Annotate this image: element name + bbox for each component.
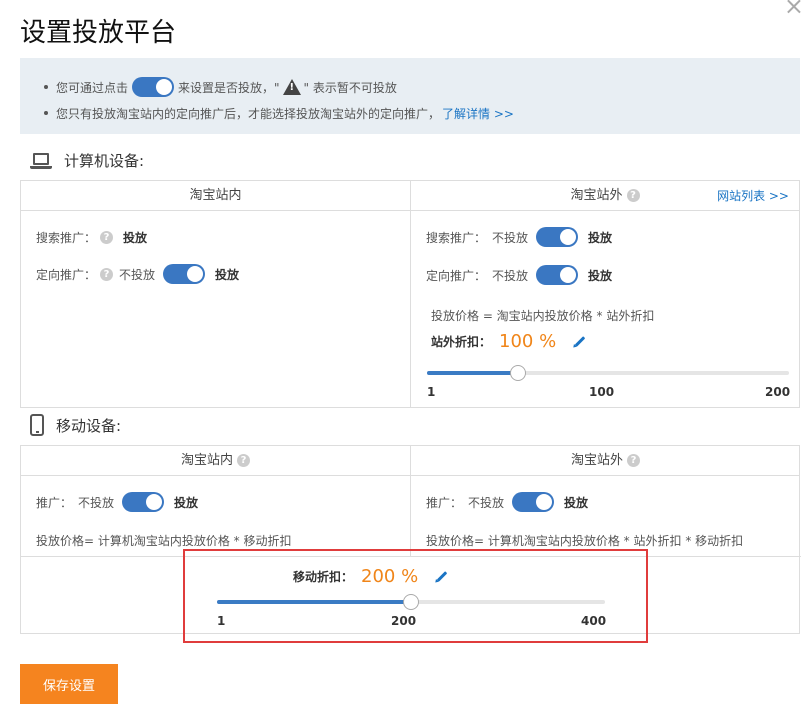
pc-outside-header-label: 淘宝站外 [570, 188, 623, 203]
on-label: 投放 [588, 230, 613, 245]
off-label: 不投放 [119, 267, 156, 282]
pc-outside-header: 淘宝站外? 网站列表 >> [411, 181, 799, 211]
slider-knob[interactable] [509, 365, 526, 381]
search-promo-label: 搜索推广： [426, 230, 487, 245]
help-icon[interactable]: ? [100, 231, 114, 244]
promo-label: 推广： [426, 495, 463, 510]
notice-text-1c: " 表示暂不可投放 [303, 80, 397, 95]
pc-outside-search-row: 搜索推广： 不投放 投放 [426, 227, 612, 247]
dialog-title: 设置投放平台 [20, 18, 177, 48]
mobile-heading-label: 移动设备: [56, 416, 122, 435]
off-label: 不投放 [78, 495, 115, 510]
mobile-inside-header: 淘宝站内? [21, 446, 410, 476]
notice-text-1a: 您可通过点击 [56, 80, 129, 95]
pc-outside-search-toggle[interactable] [536, 227, 579, 247]
phone-icon [30, 414, 44, 436]
notice-box: 您可通过点击 来设置是否投放，" " 表示暂不可投放 您只有投放淘宝站内的定向推… [20, 58, 800, 134]
warning-icon [282, 79, 301, 95]
on-label: 投放 [588, 268, 613, 283]
pc-inside-panel: 淘宝站内 搜索推广： ? 投放 定向推广： ? 不投放 投放 [20, 180, 411, 408]
mobile-inside-promo-row: 推广： 不投放 投放 [36, 492, 198, 512]
on-label: 投放 [174, 495, 199, 510]
edit-pencil-icon[interactable] [574, 336, 586, 347]
site-list-link[interactable]: 网站列表 >> [717, 181, 789, 211]
mobile-outside-formula: 投放价格= 计算机淘宝站内投放价格 * 站外折扣 * 移动折扣 [426, 532, 743, 549]
on-label: 投放 [215, 267, 240, 282]
pc-inside-search-row: 搜索推广： ? 投放 [36, 229, 147, 246]
slider-fill [427, 371, 518, 375]
outside-discount-value: 100 % [499, 331, 557, 352]
search-promo-state: 投放 [123, 231, 148, 245]
off-label: 不投放 [492, 230, 529, 245]
on-label: 投放 [564, 495, 589, 510]
mobile-inside-formula: 投放价格= 计算机淘宝站内投放价格 * 移动折扣 [36, 532, 292, 549]
notice-text-2: 您只有投放淘宝站内的定向推广后，才能选择投放淘宝站外的定向推广， [56, 106, 441, 121]
slider-max-label: 200 [765, 385, 791, 399]
pc-outside-discount-row: 站外折扣： 100 % [431, 331, 586, 352]
search-promo-label: 搜索推广： [36, 231, 97, 245]
notice-text-1b: 来设置是否投放，" [178, 80, 280, 95]
promo-label: 推广： [36, 495, 73, 510]
highlight-box [183, 549, 648, 643]
slider-mid-label: 100 [589, 385, 615, 399]
off-label: 不投放 [468, 495, 505, 510]
target-promo-label: 定向推广： [426, 268, 487, 283]
notice-row-2: 您只有投放淘宝站内的定向推广后，才能选择投放淘宝站外的定向推广， 了解详情 >> [44, 100, 800, 126]
mobile-outside-toggle[interactable] [512, 492, 555, 512]
target-promo-label: 定向推广： [36, 267, 97, 282]
mobile-outside-header: 淘宝站外? [411, 446, 800, 476]
close-icon[interactable]: × [784, 0, 804, 18]
help-icon[interactable]: ? [626, 189, 640, 202]
bullet-icon [44, 111, 48, 115]
slider-min-label: 1 [427, 385, 436, 399]
outside-discount-label: 站外折扣： [431, 335, 492, 349]
pc-outside-target-row: 定向推广： 不投放 投放 [426, 265, 612, 285]
pc-heading-label: 计算机设备: [64, 152, 145, 170]
off-label: 不投放 [492, 268, 529, 283]
pc-inside-header: 淘宝站内 [21, 181, 410, 211]
pc-outside-formula: 投放价格 = 淘宝站内投放价格 * 站外折扣 [431, 307, 654, 324]
formula-text: 投放价格= 计算机淘宝站内投放价格 * 移动折扣 [36, 534, 292, 548]
mobile-inside-header-label: 淘宝站内 [180, 453, 233, 468]
bullet-icon [44, 85, 48, 89]
mobile-section-heading: 移动设备: [30, 414, 121, 436]
help-icon[interactable]: ? [100, 267, 114, 281]
mobile-inside-toggle[interactable] [122, 492, 165, 512]
help-icon[interactable]: ? [627, 454, 640, 467]
mobile-outside-header-label: 淘宝站外 [570, 453, 623, 468]
pc-section-heading: 计算机设备: [30, 150, 144, 171]
learn-more-link[interactable]: 了解详情 >> [442, 105, 514, 122]
pc-outside-panel: 淘宝站外? 网站列表 >> 搜索推广： 不投放 投放 定向推广： 不投放 投放 … [410, 180, 800, 408]
toggle-example-icon [132, 77, 175, 97]
pc-inside-target-row: 定向推广： ? 不投放 投放 [36, 264, 239, 284]
laptop-icon [30, 152, 52, 169]
pc-inside-header-label: 淘宝站内 [189, 188, 242, 203]
help-icon[interactable]: ? [237, 454, 250, 467]
formula-text: 投放价格 = 淘宝站内投放价格 * 站外折扣 [431, 309, 655, 323]
outside-discount-slider[interactable] [427, 365, 789, 381]
pc-inside-target-toggle[interactable] [163, 264, 206, 284]
save-settings-button[interactable]: 保存设置 [20, 664, 118, 704]
pc-outside-target-toggle[interactable] [536, 265, 579, 285]
mobile-outside-promo-row: 推广： 不投放 投放 [426, 492, 588, 512]
notice-row-1: 您可通过点击 来设置是否投放，" " 表示暂不可投放 [44, 74, 800, 100]
formula-text: 投放价格= 计算机淘宝站内投放价格 * 站外折扣 * 移动折扣 [426, 534, 744, 548]
